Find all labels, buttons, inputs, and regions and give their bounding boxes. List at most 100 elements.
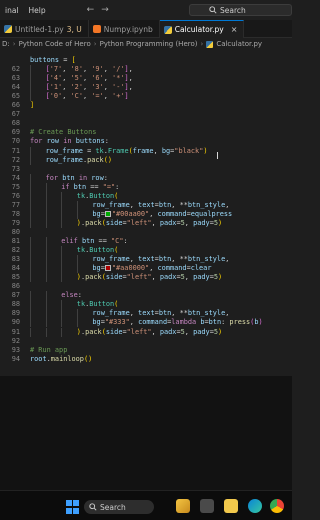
code-token: bg (161, 146, 171, 155)
code-editor[interactable]: buttons = [62 ['7', '8', '9', '/'], 63 ['4'… (0, 56, 292, 376)
code-line[interactable]: 79).pack(side="left", padx=5, pady=5) (0, 218, 292, 228)
breadcrumb-drive[interactable]: D: (2, 40, 10, 48)
code-token: row_frame (92, 309, 130, 318)
indent-guide (45, 327, 47, 337)
code-line[interactable]: 77 row_frame, text=btn, **btn_style, (0, 200, 292, 210)
indent-guide (76, 264, 78, 274)
code-line[interactable]: 75 if btn == "=": (0, 182, 292, 192)
indent-guide (30, 237, 31, 246)
close-icon[interactable]: × (231, 25, 238, 34)
code-line[interactable]: 86 (0, 282, 292, 291)
breadcrumb-file[interactable]: Calculator.py (216, 40, 262, 48)
indent-guide (45, 255, 47, 265)
code-line[interactable]: 94 root.mainloop() (0, 355, 292, 364)
indent-guide (45, 182, 47, 192)
code-text: if btn == "=": (61, 183, 119, 192)
code-token: buttons (30, 56, 60, 64)
code-token: tk (76, 191, 86, 200)
tab-numpy[interactable]: Numpy.ipynb (89, 20, 160, 38)
code-line[interactable]: 90 bg="#333", command=lambda b=btn: press… (0, 318, 292, 328)
code-line[interactable]: 83 row_frame, text=btn, **btn_style, (0, 255, 292, 265)
code-line[interactable]: 88 tk.Button( (0, 300, 292, 310)
code-line[interactable]: 74 for btn in row: (0, 173, 292, 183)
python-file-icon (163, 25, 172, 34)
code-text: ] (30, 101, 34, 110)
code-line[interactable]: 68 (0, 119, 292, 128)
forward-arrow-icon[interactable]: → (101, 5, 109, 15)
indent-guide (45, 200, 47, 210)
code-token: , (153, 146, 162, 155)
file-explorer-icon[interactable] (224, 499, 238, 513)
color-swatch[interactable] (104, 210, 111, 217)
indent-guide (61, 191, 63, 201)
code-token: '*' (112, 74, 125, 83)
code-line[interactable]: 66] (0, 101, 292, 110)
code-line[interactable]: 67 (0, 110, 292, 119)
back-arrow-icon[interactable]: ← (87, 5, 95, 15)
code-line[interactable]: 85).pack(side="left", padx=5, pady=5) (0, 273, 292, 283)
tab-modified-badge: 3, U (66, 24, 82, 34)
code-line[interactable]: 63 ['4', '5', '6', '*'], (0, 74, 292, 84)
code-line[interactable]: 65 ['0', 'C', '=', '+'] (0, 92, 292, 102)
windows-start-icon[interactable] (66, 500, 80, 514)
indent-guide (30, 264, 31, 274)
code-line[interactable]: 64 ['1', '2', '3', '-'], (0, 83, 292, 93)
code-line[interactable]: 76 tk.Button( (0, 191, 292, 201)
chrome-browser-icon[interactable] (270, 499, 284, 513)
code-text: ['0', 'C', '=', '+'] (46, 92, 129, 101)
task-view-icon[interactable] (200, 499, 214, 513)
code-line[interactable]: 81 elif btn == "C": (0, 237, 292, 246)
code-line[interactable]: 80 (0, 228, 292, 237)
line-number: 77 (11, 200, 20, 209)
indent-guide (45, 291, 47, 301)
code-line[interactable]: 72 row_frame.pack() (0, 155, 292, 165)
indent-guide (45, 191, 47, 201)
taskbar-search[interactable]: Search (84, 500, 154, 514)
indent-guide (30, 273, 31, 283)
code-token: "left" (126, 218, 152, 227)
code-token: , ** (171, 200, 188, 209)
breadcrumb-folder[interactable]: Python Code of Hero (19, 40, 91, 48)
menu-help[interactable]: Help (24, 6, 51, 15)
code-line[interactable]: buttons = [ (0, 56, 292, 65)
command-search-box[interactable]: Search (189, 4, 292, 16)
code-line[interactable]: 93 # Run app (0, 346, 292, 355)
line-number: 63 (11, 74, 20, 83)
code-text: root.mainloop() (30, 355, 92, 364)
code-line[interactable]: 92 (0, 337, 292, 346)
edge-browser-icon[interactable] (248, 499, 262, 513)
code-line[interactable]: 91).pack(side="left", padx=5, pady=5) (0, 327, 292, 337)
code-line[interactable]: 78 bg= "#00aa00", command=equalpress (0, 209, 292, 219)
code-token: '4' (49, 74, 63, 83)
code-line[interactable]: 82 tk.Button( (0, 246, 292, 256)
code-line[interactable]: 84 bg= "#aa0000", command=clear (0, 264, 292, 274)
line-number: 91 (11, 327, 20, 336)
tab-untitled-1[interactable]: Untitled-1.py 3, U (0, 20, 89, 38)
code-token: buttons (75, 137, 105, 146)
indent-guide (30, 327, 31, 337)
code-line[interactable]: 87 else: (0, 291, 292, 301)
code-line[interactable]: 62 ['7', '8', '9', '/'], (0, 65, 292, 75)
color-swatch[interactable] (104, 265, 111, 272)
code-token: () (103, 155, 113, 164)
tab-calculator[interactable]: Calculator.py × (159, 20, 245, 38)
code-line[interactable]: 70 for row in buttons: (0, 137, 292, 146)
code-line[interactable]: 89 row_frame, text=btn, **btn_style, (0, 309, 292, 319)
code-token: clear (190, 264, 212, 273)
code-token: for (30, 137, 43, 146)
menu-terminal[interactable]: inal (0, 6, 24, 15)
code-token: btn (73, 182, 87, 191)
code-token: '0' (49, 92, 63, 101)
indent-guide (45, 273, 47, 283)
code-line[interactable]: 71 row_frame = tk.Frame(frame, bg="black"… (0, 146, 292, 156)
thumbnail-icon[interactable] (176, 499, 190, 513)
code-token: '6' (91, 74, 104, 83)
code-line[interactable]: 69 # Create Buttons (0, 128, 292, 137)
breadcrumb-subfolder[interactable]: Python Programming (Hero) (100, 40, 198, 48)
indent-guide (45, 209, 47, 219)
code-text: bg="#333", command=lambda b=btn: press(b… (92, 318, 262, 327)
code-line[interactable]: 73 (0, 165, 292, 174)
code-text: ).pack(side="left", padx=5, pady=5) (77, 219, 222, 228)
line-number: 72 (11, 155, 20, 164)
code-text: tk.Button( (77, 300, 119, 309)
